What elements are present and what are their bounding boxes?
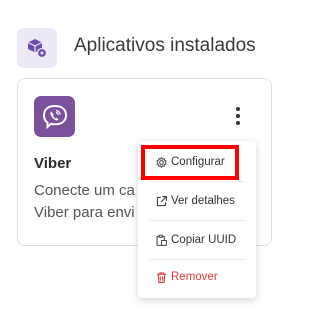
- more-options-button[interactable]: [228, 105, 248, 127]
- section-title: Aplicativos instalados: [74, 35, 256, 56]
- kebab-dot: [236, 114, 240, 118]
- kebab-dot: [236, 107, 240, 111]
- menu-item-label: Remover: [171, 271, 218, 283]
- menu-divider: [149, 259, 245, 260]
- menu-item-label: Ver detalhes: [171, 195, 235, 207]
- viber-logo-icon: [34, 96, 75, 137]
- menu-divider: [149, 220, 245, 221]
- external-link-icon: [156, 195, 167, 206]
- menu-item-ver-detalhes[interactable]: Ver detalhes: [138, 188, 256, 214]
- menu-item-copiar-uuid[interactable]: Copiar UUID: [138, 227, 256, 253]
- app-name: Viber: [34, 155, 72, 172]
- installed-apps-icon: [17, 28, 57, 68]
- menu-item-remover[interactable]: Remover: [138, 264, 256, 290]
- trash-icon: [157, 271, 166, 283]
- copy-icon: [156, 234, 167, 246]
- menu-divider: [149, 181, 245, 182]
- menu-item-label: Copiar UUID: [171, 234, 237, 246]
- kebab-dot: [236, 121, 240, 125]
- highlight-box: [141, 145, 239, 180]
